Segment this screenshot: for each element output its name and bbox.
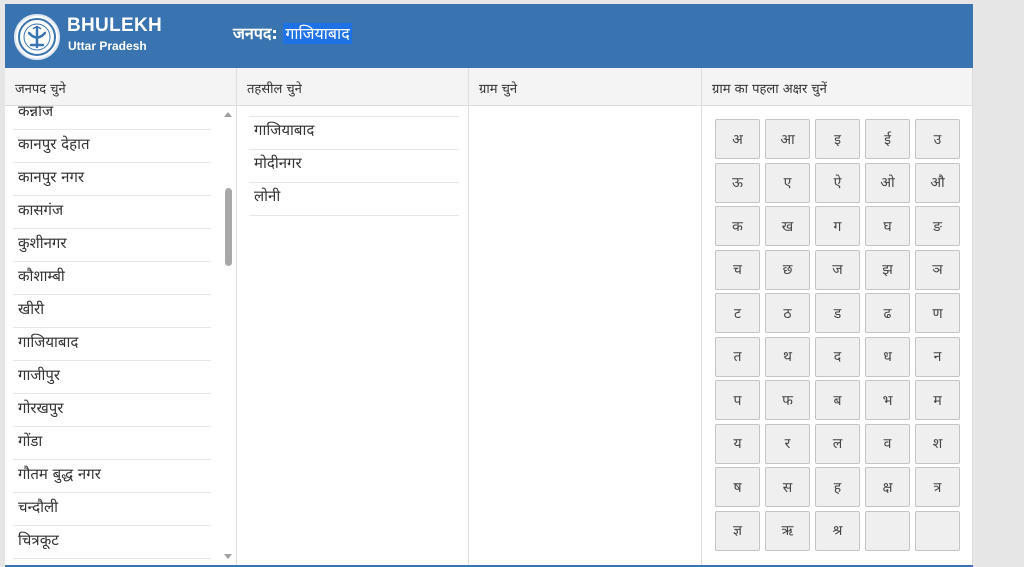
district-item[interactable]: कन्नौज [13,106,211,130]
letter-button[interactable]: ठ [765,293,810,333]
letter-button[interactable]: ञ [915,249,960,290]
letter-button[interactable]: द [815,336,860,377]
brand-subtitle: Uttar Pradesh [68,39,147,53]
letter-button[interactable]: क्ष [865,467,910,507]
district-item[interactable]: गाजियाबाद [13,328,211,361]
letter-button[interactable]: ख [765,206,810,246]
letter-button[interactable]: इ [815,119,860,159]
letter-button-empty[interactable] [865,510,910,551]
letter-button[interactable]: श्र [815,510,860,551]
letter-button[interactable]: थ [765,336,810,377]
scroll-up-arrow-icon[interactable] [224,112,232,117]
district-item[interactable]: चित्रकूट [13,526,211,559]
selected-district: जनपद: गाजियाबाद [233,22,352,44]
district-item[interactable]: कानपुर नगर [13,163,211,196]
letter-button[interactable]: क [715,206,760,246]
tehsil-column: तहसील चुने गाजियाबाद मोदीनगर लोनी [237,68,469,566]
tehsil-list: गाजियाबाद मोदीनगर लोनी [249,116,459,216]
district-list[interactable]: कन्नौज कानपुर देहात कानपुर नगर कासगंज कुशीनग… [5,106,237,566]
letter-button[interactable]: ऊ [715,162,760,203]
letter-button[interactable]: ष [715,467,760,507]
first-letter-column-header: ग्राम का पहला अक्षर चुनें [702,68,972,106]
village-column: ग्राम चुने [469,68,702,566]
letter-button[interactable]: म [915,380,960,420]
letter-button[interactable]: ट [715,293,760,333]
letter-button[interactable]: त्र [915,467,960,507]
district-item[interactable]: गोरखपुर [13,394,211,427]
letter-button[interactable]: ऐ [815,162,860,203]
district-scrollbar[interactable] [221,106,235,566]
letter-button[interactable]: न [915,336,960,377]
district-item[interactable]: कासगंज [13,196,211,229]
up-emblem-logo-icon [14,14,60,60]
letter-button[interactable]: आ [765,119,810,159]
letter-button[interactable]: ग [815,206,860,246]
tehsil-column-header: तहसील चुने [237,68,468,106]
letter-button[interactable]: ध [865,336,910,377]
village-column-header: ग्राम चुने [469,68,701,106]
letter-button[interactable]: स [765,467,810,507]
letter-button[interactable]: औ [915,162,960,203]
letter-button[interactable]: ड [815,293,860,333]
district-value: गाजियाबाद [283,23,352,44]
letter-button[interactable]: व [865,423,910,464]
district-item[interactable]: कुशीनगर [13,229,211,262]
district-item[interactable]: गाजीपुर [13,361,211,394]
letter-button[interactable]: ए [765,162,810,203]
letter-button[interactable]: ढ [865,293,910,333]
letter-button[interactable]: ऋ [765,510,810,551]
tehsil-item[interactable]: गाजियाबाद [249,117,459,150]
district-column: जनपद चुने कन्नौज कानपुर देहात कानपुर नगर का… [5,68,237,566]
tehsil-item[interactable]: मोदीनगर [249,150,459,183]
letter-button[interactable]: ब [815,380,860,420]
letter-button[interactable]: झ [865,249,910,290]
district-item[interactable]: गौतम बुद्ध नगर [13,460,211,493]
letter-button[interactable]: ज [815,249,860,290]
letter-button[interactable]: ई [865,119,910,159]
letter-button[interactable]: य [715,423,760,464]
letter-button[interactable]: उ [915,119,960,159]
letter-button[interactable]: फ [765,380,810,420]
first-letter-column: ग्राम का पहला अक्षर चुनें अआइईउ ऊएऐओऔ कखगघ… [702,68,973,566]
letter-button[interactable]: ओ [865,162,910,203]
bhulekh-app: BHULEKH Uttar Pradesh जनपद: गाजियाबाद जन… [5,4,973,567]
scroll-down-arrow-icon[interactable] [224,554,232,559]
letter-button[interactable]: श [915,423,960,464]
header-bar: BHULEKH Uttar Pradesh जनपद: गाजियाबाद [5,4,973,68]
district-item[interactable]: गोंडा [13,427,211,460]
scroll-thumb[interactable] [225,188,232,266]
letter-button[interactable]: ल [815,423,860,464]
letter-button[interactable]: र [765,423,810,464]
letter-button[interactable]: त [715,336,760,377]
letter-button[interactable]: छ [765,249,810,290]
letter-button[interactable]: ण [915,293,960,333]
district-item[interactable]: चन्दौली [13,493,211,526]
district-item[interactable]: कानपुर देहात [13,130,211,163]
letter-button[interactable]: ह [815,467,860,507]
letter-button[interactable]: प [715,380,760,420]
district-item[interactable]: कौशाम्बी [13,262,211,295]
letter-grid: अआइईउऊएऐओऔकखगघङचछजझञटठडढणतथदधनपफबभमयरलवश… [715,119,965,551]
tehsil-item[interactable]: लोनी [249,183,459,216]
letter-button-empty[interactable] [915,510,960,551]
district-label: जनपद: [233,24,278,43]
letter-button[interactable]: ज्ञ [715,510,760,551]
brand-title: BHULEKH [67,15,162,36]
district-column-header: जनपद चुने [5,68,236,106]
letter-button[interactable]: च [715,249,760,290]
letter-button[interactable]: घ [865,206,910,246]
letter-button[interactable]: ङ [915,206,960,246]
district-item[interactable]: खीरी [13,295,211,328]
letter-button[interactable]: भ [865,380,910,420]
letter-button[interactable]: अ [715,119,760,159]
